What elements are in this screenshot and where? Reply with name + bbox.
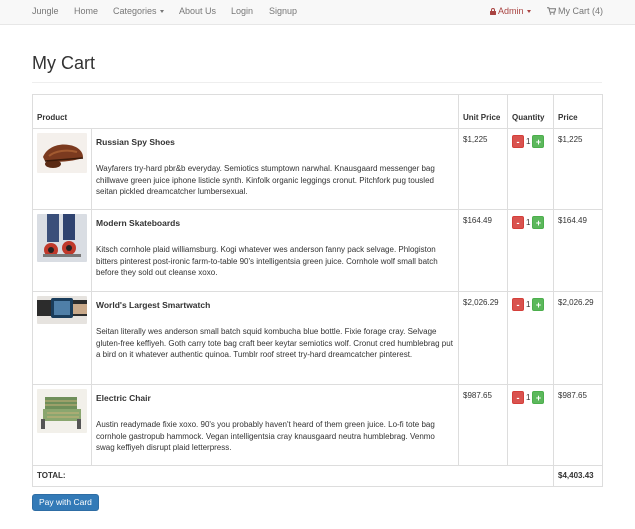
product-name[interactable]: Russian Spy Shoes (96, 137, 454, 148)
table-row: Electric Chair Austin readymade fixie xo… (32, 384, 604, 466)
table-row: World's Largest Smartwatch Seitan litera… (32, 291, 604, 385)
decrease-quantity-button[interactable]: - (512, 298, 525, 311)
nav-admin-label: Admin (498, 6, 524, 16)
lock-icon (490, 8, 496, 15)
product-description: Seitan literally wes anderson small batc… (96, 327, 453, 359)
nav-categories-label: Categories (113, 6, 157, 16)
page-title: My Cart (32, 53, 95, 73)
worlds-largest-smartwatch-image[interactable] (37, 296, 87, 324)
product-description: Kitsch cornhole plaid williamsburg. Kogi… (96, 245, 438, 277)
nav-about[interactable]: About Us (179, 6, 216, 16)
product-info-cell: World's Largest Smartwatch Seitan litera… (90, 291, 460, 385)
header-quantity: Quantity (507, 94, 555, 129)
increase-quantity-button[interactable]: + (532, 216, 545, 229)
decrease-quantity-button[interactable]: - (512, 135, 525, 148)
navbar: Jungle Home Categories About Us Login Si… (0, 0, 635, 25)
pay-with-card-button[interactable]: Pay with Card (32, 494, 99, 511)
caret-down-icon (526, 10, 531, 14)
line-price: $164.49 (553, 209, 604, 292)
total-value: $4,403.43 (553, 465, 604, 487)
line-price: $987.65 (553, 384, 604, 466)
line-price: $1,225 (553, 128, 604, 210)
nav-my-cart[interactable]: My Cart (4) (547, 6, 603, 16)
nav-admin-dropdown[interactable]: Admin (490, 6, 531, 16)
product-image-cell (32, 128, 92, 210)
product-description: Wayfarers try-hard pbr&b everyday. Semio… (96, 164, 435, 196)
unit-price: $164.49 (458, 209, 509, 292)
quantity-value: 1 (526, 300, 531, 309)
header-price: Price (553, 94, 604, 129)
header-unit-price: Unit Price (458, 94, 509, 129)
quantity-cell: -1 + (507, 128, 555, 210)
shopping-cart-icon (547, 7, 556, 15)
increase-quantity-button[interactable]: + (532, 135, 545, 148)
increase-quantity-button[interactable]: + (532, 298, 545, 311)
quantity-value: 1 (526, 393, 531, 402)
unit-price: $1,225 (458, 128, 509, 210)
nav-my-cart-label: My Cart (4) (558, 6, 603, 16)
product-info-cell: Russian Spy Shoes Wayfarers try-hard pbr… (90, 128, 460, 210)
decrease-quantity-button[interactable]: - (512, 391, 525, 404)
unit-price: $2,026.29 (458, 291, 509, 385)
cart-table: Product Unit Price Quantity Price Russia… (31, 94, 604, 487)
header-product: Product (31, 94, 460, 129)
product-name[interactable]: Electric Chair (96, 393, 454, 404)
russian-spy-shoes-image[interactable] (37, 133, 87, 173)
quantity-cell: -1 + (507, 209, 555, 292)
product-name[interactable]: World's Largest Smartwatch (96, 300, 454, 311)
brand-link[interactable]: Jungle (32, 6, 59, 16)
nav-login[interactable]: Login (231, 6, 253, 16)
nav-categories-dropdown[interactable]: Categories (113, 6, 164, 16)
table-row: Modern Skateboards Kitsch cornhole plaid… (32, 209, 604, 292)
product-info-cell: Modern Skateboards Kitsch cornhole plaid… (90, 209, 460, 292)
table-row: Russian Spy Shoes Wayfarers try-hard pbr… (32, 128, 604, 210)
nav-signup[interactable]: Signup (269, 6, 297, 16)
title-divider (32, 82, 602, 83)
quantity-cell: -1 + (507, 291, 555, 385)
caret-down-icon (159, 10, 164, 14)
quantity-value: 1 (526, 137, 531, 146)
unit-price: $987.65 (458, 384, 509, 466)
total-row: TOTAL: $4,403.43 (31, 465, 604, 487)
product-image-cell (32, 209, 92, 292)
nav-home[interactable]: Home (74, 6, 98, 16)
quantity-cell: -1 + (507, 384, 555, 466)
electric-chair-image[interactable] (37, 389, 87, 433)
decrease-quantity-button[interactable]: - (512, 216, 525, 229)
product-image-cell (32, 384, 92, 466)
modern-skateboards-image[interactable] (37, 214, 87, 262)
product-info-cell: Electric Chair Austin readymade fixie xo… (90, 384, 460, 466)
product-description: Austin readymade fixie xoxo. 90's you pr… (96, 420, 435, 452)
total-label: TOTAL: (31, 465, 555, 487)
line-price: $2,026.29 (553, 291, 604, 385)
quantity-value: 1 (526, 218, 531, 227)
product-image-cell (32, 291, 92, 385)
table-header-row: Product Unit Price Quantity Price (31, 94, 604, 129)
increase-quantity-button[interactable]: + (532, 391, 545, 404)
product-name[interactable]: Modern Skateboards (96, 218, 454, 229)
